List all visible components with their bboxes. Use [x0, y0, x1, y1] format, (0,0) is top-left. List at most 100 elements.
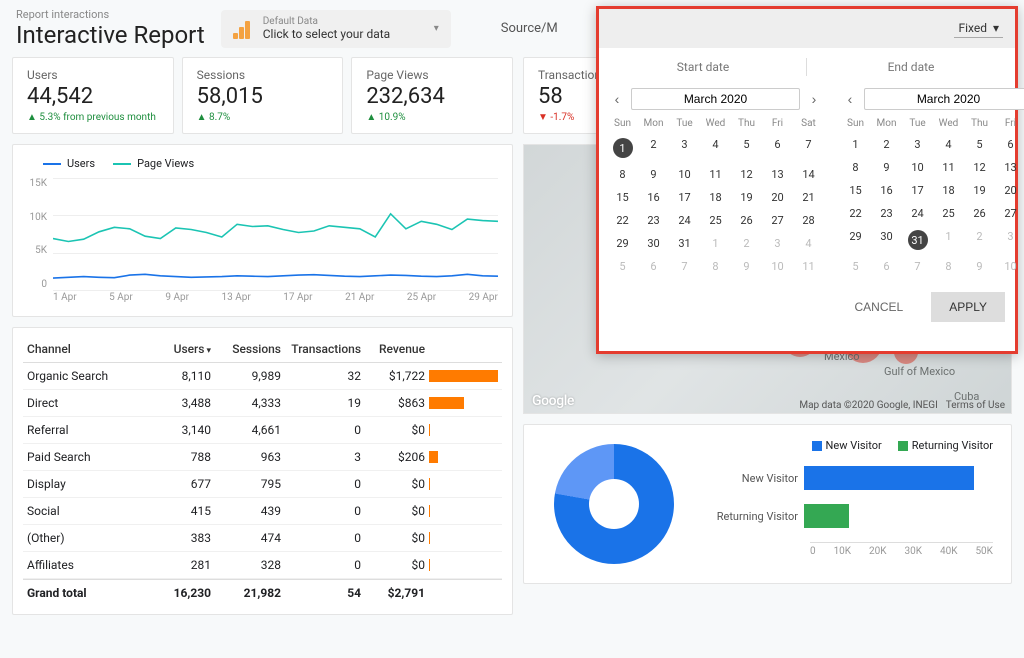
- calendar-day[interactable]: 9: [638, 163, 669, 186]
- calendar-day[interactable]: 5: [607, 255, 638, 278]
- calendar-day[interactable]: 8: [933, 255, 964, 278]
- calendar-day[interactable]: 27: [995, 202, 1024, 225]
- calendar-day[interactable]: 9: [871, 156, 902, 179]
- calendar-day[interactable]: 1: [700, 232, 731, 255]
- breadcrumb[interactable]: Report interactions: [16, 8, 205, 21]
- calendar-day[interactable]: 26: [731, 209, 762, 232]
- calendar-day[interactable]: 9: [731, 255, 762, 278]
- calendar-day[interactable]: 4: [793, 232, 824, 255]
- calendar-day[interactable]: 11: [700, 163, 731, 186]
- apply-button[interactable]: APPLY: [931, 292, 1005, 322]
- calendar-day[interactable]: 29: [607, 232, 638, 255]
- calendar-day[interactable]: 31: [669, 232, 700, 255]
- calendar-day[interactable]: 13: [762, 163, 793, 186]
- table-row[interactable]: Direct3,4884,33319$863: [23, 390, 502, 417]
- calendar-day[interactable]: 10: [995, 255, 1024, 278]
- end-date-tab[interactable]: End date: [807, 48, 1015, 86]
- calendar-day[interactable]: 13: [995, 156, 1024, 179]
- calendar-day[interactable]: 25: [933, 202, 964, 225]
- table-row[interactable]: (Other)3834740$0: [23, 525, 502, 552]
- calendar-day[interactable]: 7: [902, 255, 933, 278]
- calendar-day[interactable]: 7: [669, 255, 700, 278]
- calendar-day[interactable]: 18: [700, 186, 731, 209]
- calendar-day[interactable]: 2: [731, 232, 762, 255]
- calendar-day[interactable]: 6: [638, 255, 669, 278]
- calendar-day[interactable]: 21: [793, 186, 824, 209]
- calendar-day[interactable]: 2: [871, 133, 902, 156]
- calendar-day[interactable]: 15: [607, 186, 638, 209]
- legend-item[interactable]: Returning Visitor: [898, 439, 993, 452]
- calendar-day[interactable]: 18: [933, 179, 964, 202]
- month-input-left[interactable]: [631, 88, 800, 110]
- calendar-day[interactable]: 5: [840, 255, 871, 278]
- calendar-day[interactable]: 10: [762, 255, 793, 278]
- calendar-day[interactable]: 6: [871, 255, 902, 278]
- metric-page-views[interactable]: Page Views 232,634 ▲ 10.9%: [351, 57, 513, 134]
- calendar-day[interactable]: 30: [871, 225, 902, 255]
- th-revenue[interactable]: Revenue: [367, 342, 427, 356]
- th-sessions[interactable]: Sessions: [217, 342, 287, 356]
- calendar-day[interactable]: 28: [793, 209, 824, 232]
- table-row[interactable]: Organic Search8,1109,98932$1,722: [23, 363, 502, 390]
- calendar-day[interactable]: 26: [964, 202, 995, 225]
- calendar-day[interactable]: 3: [995, 225, 1024, 255]
- calendar-day[interactable]: 20: [762, 186, 793, 209]
- calendar-day[interactable]: 2: [964, 225, 995, 255]
- cancel-button[interactable]: CANCEL: [837, 292, 922, 322]
- next-month-button[interactable]: ›: [804, 89, 824, 109]
- calendar-day[interactable]: 30: [638, 232, 669, 255]
- calendar-day[interactable]: 3: [762, 232, 793, 255]
- calendar-day[interactable]: 24: [902, 202, 933, 225]
- calendar-day[interactable]: 9: [964, 255, 995, 278]
- calendar-day[interactable]: 15: [840, 179, 871, 202]
- calendar-day[interactable]: 11: [793, 255, 824, 278]
- calendar-day[interactable]: 22: [607, 209, 638, 232]
- month-input-right[interactable]: [864, 88, 1024, 110]
- calendar-day[interactable]: 29: [840, 225, 871, 255]
- calendar-day[interactable]: 3: [669, 133, 700, 163]
- data-selector[interactable]: Default Data Click to select your data ▾: [221, 10, 451, 48]
- th-users[interactable]: Users▾: [147, 342, 217, 356]
- calendar-day[interactable]: 3: [902, 133, 933, 156]
- metric-sessions[interactable]: Sessions 58,015 ▲ 8.7%: [182, 57, 344, 134]
- calendar-day[interactable]: 1: [607, 133, 638, 163]
- calendar-day[interactable]: 7: [793, 133, 824, 163]
- calendar-day[interactable]: 10: [669, 163, 700, 186]
- calendar-day[interactable]: 11: [933, 156, 964, 179]
- calendar-day[interactable]: 19: [964, 179, 995, 202]
- prev-month-button[interactable]: ‹: [840, 89, 860, 109]
- calendar-day[interactable]: 17: [669, 186, 700, 209]
- table-row[interactable]: Social4154390$0: [23, 498, 502, 525]
- calendar-day[interactable]: 19: [731, 186, 762, 209]
- calendar-day[interactable]: 16: [871, 179, 902, 202]
- map-terms-link[interactable]: Terms of Use: [946, 400, 1005, 411]
- table-row[interactable]: Display6777950$0: [23, 471, 502, 498]
- legend-users[interactable]: Users: [43, 157, 95, 170]
- calendar-day[interactable]: 12: [964, 156, 995, 179]
- legend-item[interactable]: New Visitor: [812, 439, 882, 452]
- calendar-day[interactable]: 8: [700, 255, 731, 278]
- th-channel[interactable]: Channel: [27, 342, 147, 356]
- metric-users[interactable]: Users 44,542 ▲ 5.3% from previous month: [12, 57, 174, 134]
- calendar-day[interactable]: 8: [840, 156, 871, 179]
- calendar-day[interactable]: 20: [995, 179, 1024, 202]
- table-row[interactable]: Affiliates2813280$0: [23, 552, 502, 579]
- calendar-day[interactable]: 5: [731, 133, 762, 163]
- calendar-day[interactable]: 5: [964, 133, 995, 156]
- calendar-day[interactable]: 10: [902, 156, 933, 179]
- calendar-day[interactable]: 14: [793, 163, 824, 186]
- legend-page-views[interactable]: Page Views: [113, 157, 194, 170]
- calendar-day[interactable]: 1: [840, 133, 871, 156]
- calendar-day[interactable]: 4: [700, 133, 731, 163]
- prev-month-button[interactable]: ‹: [607, 89, 627, 109]
- calendar-day[interactable]: 31: [902, 225, 933, 255]
- calendar-day[interactable]: 1: [933, 225, 964, 255]
- table-row[interactable]: Paid Search7889633$206: [23, 444, 502, 471]
- calendar-day[interactable]: 6: [762, 133, 793, 163]
- visitor-donut-chart[interactable]: [554, 444, 674, 564]
- calendar-day[interactable]: 25: [700, 209, 731, 232]
- table-row[interactable]: Referral3,1404,6610$0: [23, 417, 502, 444]
- calendar-day[interactable]: 2: [638, 133, 669, 163]
- calendar-day[interactable]: 23: [871, 202, 902, 225]
- start-date-tab[interactable]: Start date: [599, 48, 807, 86]
